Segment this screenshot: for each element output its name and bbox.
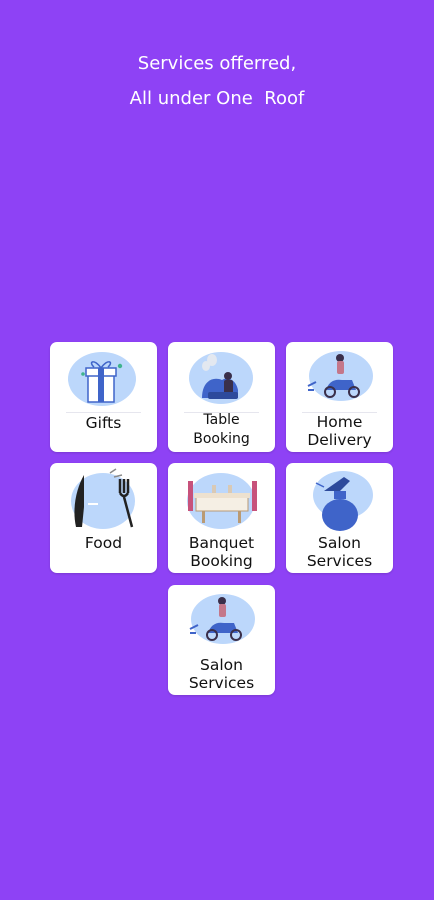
tile-divider bbox=[66, 412, 141, 413]
label-line-2: Booking bbox=[190, 552, 253, 570]
label-line-1: Home bbox=[316, 413, 363, 431]
service-label-food: Food bbox=[84, 534, 123, 552]
service-label-table-booking: Table Booking bbox=[168, 411, 275, 449]
knife-fork-icon bbox=[71, 468, 135, 529]
header-line-1: Services offerred, bbox=[137, 53, 297, 74]
gift-icon bbox=[68, 352, 136, 406]
label-line-2: Delivery bbox=[307, 431, 372, 449]
service-tile-salon-services-2[interactable]: Salon Services bbox=[168, 585, 275, 695]
service-tile-banquet-booking[interactable]: Banquet Booking bbox=[168, 463, 275, 573]
table-booking-icon bbox=[189, 352, 253, 404]
banquet-table-icon bbox=[187, 473, 257, 529]
service-label-banquet-booking: Banquet Booking bbox=[168, 534, 275, 570]
service-tile-table-booking[interactable]: Table Booking bbox=[168, 342, 275, 452]
scooter-delivery-icon bbox=[189, 594, 255, 644]
spray-bottle-icon bbox=[313, 471, 373, 531]
service-label-salon-services-2: Salon Services bbox=[168, 656, 275, 692]
service-tile-gifts[interactable]: Gifts bbox=[50, 342, 157, 452]
label-line-1: Salon bbox=[318, 534, 361, 552]
label-line-1: Table bbox=[203, 412, 240, 428]
label-line-2: Booking bbox=[193, 431, 250, 447]
label-line-1: Banquet bbox=[188, 534, 255, 552]
page-header: Services offerred, All under One Roof bbox=[0, 46, 434, 116]
service-tile-home-delivery[interactable]: Home Delivery bbox=[286, 342, 393, 452]
service-label-gifts: Gifts bbox=[85, 414, 122, 432]
scooter-delivery-icon bbox=[307, 351, 373, 401]
service-tile-food[interactable]: Food bbox=[50, 463, 157, 573]
label-line-2: Services bbox=[306, 552, 373, 570]
service-tile-salon-services[interactable]: Salon Services bbox=[286, 463, 393, 573]
service-label-salon-services: Salon Services bbox=[286, 534, 393, 570]
header-line-2: All under One Roof bbox=[129, 88, 305, 109]
label-line-2: Services bbox=[188, 674, 255, 692]
service-label-home-delivery: Home Delivery bbox=[286, 413, 393, 449]
label-line-1: Salon bbox=[200, 656, 243, 674]
